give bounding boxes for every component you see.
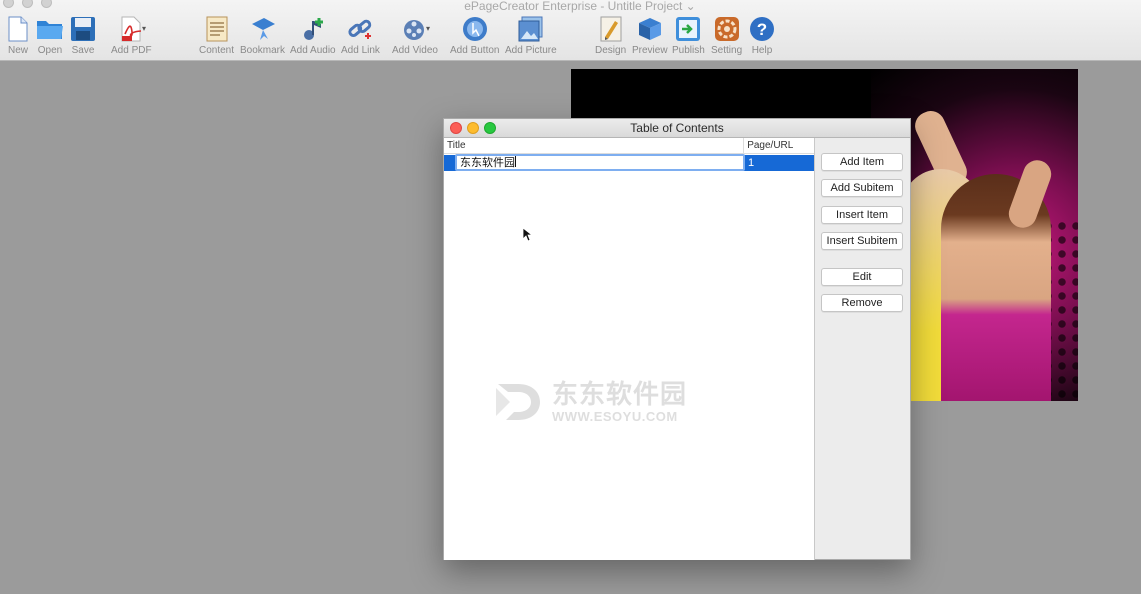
main-toolbar: ePageCreator Enterprise - Untitle Projec… bbox=[0, 0, 1141, 61]
remove-button[interactable]: Remove bbox=[821, 294, 903, 312]
toolbar-add-picture-button[interactable]: Add Picture bbox=[505, 14, 557, 56]
toolbar-setting-button[interactable]: Setting bbox=[711, 14, 742, 56]
column-header-title[interactable]: Title bbox=[444, 138, 745, 153]
preview-icon bbox=[635, 14, 665, 44]
help-icon: ? bbox=[747, 14, 777, 44]
toolbar-design-button[interactable]: Design bbox=[595, 14, 626, 56]
toolbar-save-button[interactable]: Save bbox=[68, 14, 98, 56]
watermark-logo-icon bbox=[496, 384, 540, 420]
content-icon bbox=[202, 14, 232, 44]
column-header-page[interactable]: Page/URL bbox=[744, 138, 814, 153]
add-subitem-button[interactable]: Add Subitem bbox=[821, 179, 903, 197]
folder-icon bbox=[35, 14, 65, 44]
insert-item-button[interactable]: Insert Item bbox=[821, 206, 903, 224]
text-caret bbox=[515, 156, 516, 167]
dialog-titlebar[interactable]: Table of Contents bbox=[444, 119, 910, 138]
gear-icon bbox=[712, 14, 742, 44]
toc-title-edit-field[interactable]: 东东软件园 bbox=[455, 154, 745, 171]
chevron-down-icon[interactable]: ▾ bbox=[426, 24, 430, 33]
toc-title-text: 东东软件园 bbox=[460, 156, 515, 169]
toolbar-add-audio-button[interactable]: Add Audio bbox=[290, 14, 336, 56]
new-doc-icon bbox=[3, 14, 33, 44]
toolbar-new-button[interactable]: New bbox=[3, 14, 33, 56]
floppy-icon bbox=[68, 14, 98, 44]
svg-text:?: ? bbox=[757, 20, 767, 39]
dialog-title: Table of Contents bbox=[630, 121, 724, 135]
publish-icon bbox=[673, 14, 703, 44]
toc-page-cell[interactable]: 1 bbox=[748, 155, 754, 171]
toolbar-content-button[interactable]: Content bbox=[199, 14, 234, 56]
design-icon bbox=[596, 14, 626, 44]
toolbar-help-button[interactable]: ? Help bbox=[747, 14, 777, 56]
toc-dialog: Table of Contents Title Page/URL 东东软件园 1… bbox=[443, 118, 911, 560]
toolbar-add-button-button[interactable]: Add Button bbox=[450, 14, 499, 56]
toc-header: Title Page/URL bbox=[444, 138, 814, 154]
toolbar-add-link-button[interactable]: Add Link bbox=[341, 14, 380, 56]
edit-button[interactable]: Edit bbox=[821, 268, 903, 286]
app-title: ePageCreator Enterprise - Untitle Projec… bbox=[464, 0, 696, 13]
watermark-cn-text: 东东软件园 bbox=[552, 379, 688, 410]
button-icon bbox=[460, 14, 490, 44]
add-item-button[interactable]: Add Item bbox=[821, 153, 903, 171]
audio-icon bbox=[298, 14, 328, 44]
bookmark-icon bbox=[248, 14, 278, 44]
watermark: 东东软件园 WWW.ESOYU.COM bbox=[494, 378, 687, 426]
toc-table[interactable]: Title Page/URL 东东软件园 1 东东软件园 WWW.ESOYU.C… bbox=[444, 138, 815, 560]
toolbar-publish-button[interactable]: Publish bbox=[672, 14, 705, 56]
toolbar-bookmark-button[interactable]: Bookmark bbox=[240, 14, 285, 56]
link-icon bbox=[345, 14, 375, 44]
picture-icon bbox=[516, 14, 546, 44]
chevron-down-icon[interactable]: ▾ bbox=[142, 24, 146, 33]
insert-subitem-button[interactable]: Insert Subitem bbox=[821, 232, 903, 250]
toolbar-open-button[interactable]: Open bbox=[35, 14, 65, 56]
toolbar-preview-button[interactable]: Preview bbox=[632, 14, 668, 56]
table-row[interactable]: 东东软件园 1 bbox=[444, 154, 814, 171]
toolbar-add-video-button[interactable]: Add Video bbox=[392, 14, 438, 56]
watermark-en-text: WWW.ESOYU.COM bbox=[552, 408, 678, 424]
toolbar-add-pdf-button[interactable]: Add PDF bbox=[111, 14, 152, 56]
